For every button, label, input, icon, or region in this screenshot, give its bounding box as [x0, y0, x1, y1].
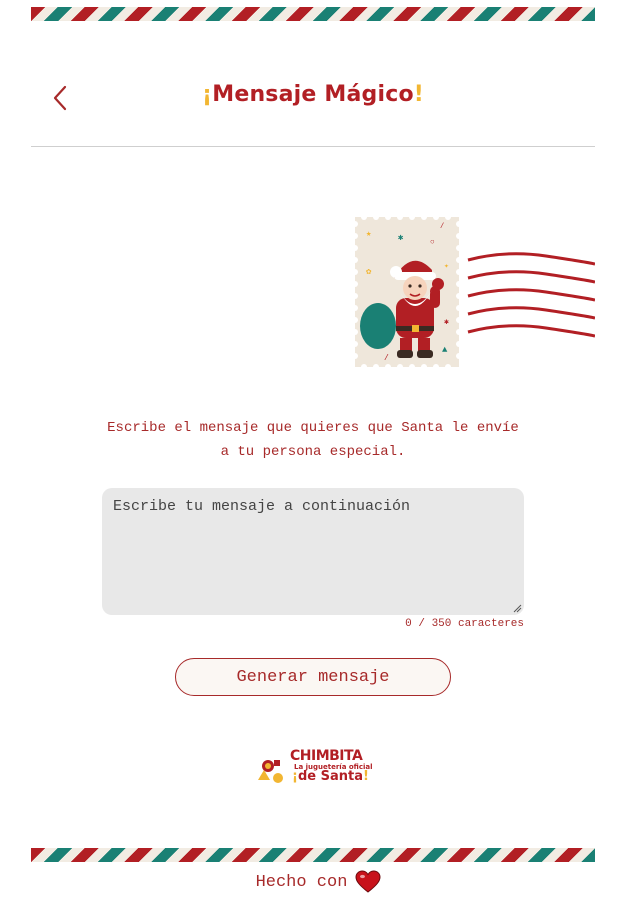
svg-text:○: ○ — [430, 238, 435, 247]
message-textarea[interactable] — [102, 488, 524, 615]
santa-stamp-icon: ★ ✱ ○ / ✿ ✦ ✱ ▲ / — [352, 214, 462, 375]
svg-text:✱: ✱ — [444, 318, 449, 327]
svg-text:✿: ✿ — [366, 267, 372, 277]
generate-message-button[interactable]: Generar mensaje — [175, 658, 451, 696]
logo-word: CHIMBITA — [290, 748, 363, 764]
intro-line-2: a tu persona especial. — [220, 444, 406, 460]
header: ¡Mensaje Mágico! — [31, 60, 595, 147]
title-text: Mensaje Mágico — [212, 82, 414, 107]
logo-name: ¡de Santa! — [292, 769, 369, 784]
bottom-border-stripe — [31, 848, 595, 862]
generate-button-label: Generar mensaje — [236, 667, 390, 687]
svg-text:/: / — [440, 223, 444, 231]
page-title: ¡Mensaje Mágico! — [31, 82, 595, 107]
intro-line-1: Escribe el mensaje que quieres que Santa… — [107, 420, 519, 436]
title-open-mark: ¡ — [202, 82, 213, 107]
svg-text:✱: ✱ — [398, 233, 404, 243]
footer-text: Hecho con — [255, 872, 348, 892]
footer: Hecho con — [0, 870, 637, 894]
toy-decoration-icon — [258, 760, 283, 783]
brand-logo: CHIMBITA La juguetería oficial ¡de Santa… — [254, 748, 374, 788]
title-close-mark: ! — [413, 82, 424, 107]
postmark-lines-icon — [466, 248, 596, 363]
svg-text:★: ★ — [366, 229, 372, 239]
character-counter: 0 / 350 caracteres — [405, 618, 524, 630]
svg-text:/: / — [384, 354, 389, 363]
heart-icon — [355, 870, 381, 893]
intro-text: Escribe el mensaje que quieres que Santa… — [80, 416, 546, 464]
svg-text:✦: ✦ — [444, 262, 449, 271]
top-border-stripe — [31, 7, 595, 21]
svg-text:▲: ▲ — [442, 345, 448, 355]
resize-handle-icon[interactable] — [513, 604, 522, 613]
